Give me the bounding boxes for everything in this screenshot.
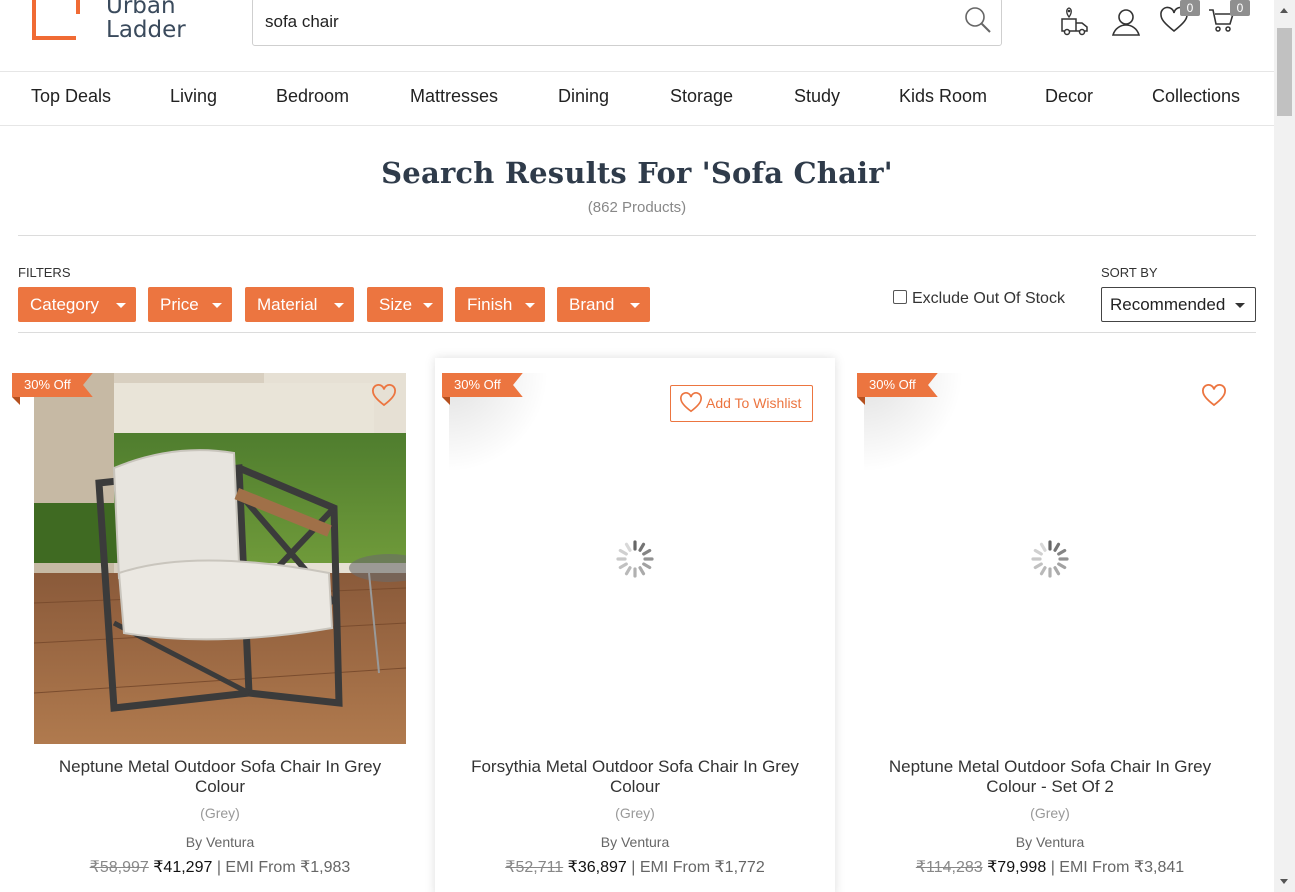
heart-icon	[680, 392, 702, 413]
user-account-icon[interactable]	[1110, 6, 1142, 38]
exclude-out-of-stock-label: Exclude Out Of Stock	[912, 290, 1065, 307]
product-emi: | EMI From ₹1,772	[631, 859, 765, 876]
nav-storage[interactable]: Storage	[670, 86, 733, 107]
product-card[interactable]: 30% Off Add To Wishlist Forsythia Metal …	[435, 358, 835, 892]
page-scrollbar[interactable]	[1274, 0, 1295, 892]
product-brand: By Ventura	[1015, 834, 1085, 850]
ribbon-fold	[857, 397, 865, 405]
discount-ribbon: 30% Off	[442, 373, 523, 397]
caret-down-icon	[525, 303, 535, 308]
filter-finish-button[interactable]: Finish	[455, 287, 545, 322]
filter-material-button[interactable]: Material	[245, 287, 354, 322]
sort-by-value: Recommended	[1110, 295, 1226, 314]
caret-down-icon	[212, 303, 222, 308]
caret-down-icon	[423, 303, 433, 308]
logo-text: Urban Ladder	[106, 0, 186, 42]
filters-label: FILTERS	[18, 265, 71, 280]
delivery-truck-icon[interactable]	[1059, 6, 1091, 38]
nav-bedroom[interactable]: Bedroom	[276, 86, 349, 107]
nav-top-deals[interactable]: Top Deals	[31, 86, 111, 107]
product-sale-price: ₹79,998	[987, 859, 1047, 876]
wishlist-count-badge: 0	[1180, 0, 1200, 16]
sort-by-select[interactable]: Recommended	[1101, 287, 1256, 322]
filter-label: Size	[379, 295, 413, 314]
divider	[18, 235, 1256, 236]
filter-size-button[interactable]: Size	[367, 287, 443, 322]
product-name[interactable]: Forsythia Metal Outdoor Sofa Chair In Gr…	[455, 757, 815, 797]
add-to-wishlist-button[interactable]: Add To Wishlist	[670, 385, 813, 422]
product-sale-price: ₹41,297	[153, 859, 213, 876]
caret-down-icon	[630, 303, 640, 308]
nav-mattresses[interactable]: Mattresses	[410, 86, 498, 107]
product-mrp: ₹58,997	[89, 859, 149, 876]
nav-kids-room[interactable]: Kids Room	[899, 86, 987, 107]
scroll-down-arrow-icon[interactable]	[1280, 879, 1288, 884]
discount-ribbon: 30% Off	[857, 373, 938, 397]
loading-spinner-icon	[616, 539, 654, 578]
heart-icon[interactable]	[1201, 384, 1227, 408]
nav-collections[interactable]: Collections	[1152, 86, 1240, 107]
product-name[interactable]: Neptune Metal Outdoor Sofa Chair In Grey…	[870, 757, 1230, 797]
nav-living[interactable]: Living	[170, 86, 217, 107]
product-brand: By Ventura	[185, 834, 255, 850]
product-mrp: ₹52,711	[505, 859, 564, 876]
product-variant: (Grey)	[1030, 805, 1070, 821]
add-to-wishlist-label: Add To Wishlist	[706, 395, 802, 411]
cart-header[interactable]: 0	[1208, 0, 1250, 38]
product-sale-price: ₹36,897	[567, 859, 627, 876]
page-title: Search Results For 'Sofa Chair'	[381, 156, 893, 190]
product-emi: | EMI From ₹3,841	[1050, 859, 1185, 876]
sort-by-label: SORT BY	[1101, 265, 1158, 280]
filter-label: Finish	[467, 295, 513, 314]
product-mrp: ₹114,283	[915, 859, 983, 876]
scroll-thumb[interactable]	[1277, 28, 1292, 116]
logo-mark	[32, 0, 80, 40]
search-box	[252, 0, 1002, 46]
scroll-up-arrow-icon[interactable]	[1280, 8, 1288, 13]
filter-label: Price	[160, 295, 199, 314]
urban-ladder-logo[interactable]: Urban Ladder	[32, 0, 202, 44]
filter-label: Brand	[569, 295, 615, 314]
filter-category-button[interactable]: Category	[18, 287, 136, 322]
product-name[interactable]: Neptune Metal Outdoor Sofa Chair In Grey…	[40, 757, 400, 797]
filter-label: Material	[257, 295, 318, 314]
nav-study[interactable]: Study	[794, 86, 840, 107]
logo-line-2: Ladder	[106, 17, 186, 43]
product-variant: (Grey)	[615, 805, 655, 821]
nav-decor[interactable]: Decor	[1045, 86, 1093, 107]
caret-down-icon	[116, 303, 126, 308]
product-emi: | EMI From ₹1,983	[216, 859, 351, 876]
loading-spinner-icon	[1031, 539, 1069, 578]
product-price: ₹58,997 ₹41,297 | EMI From ₹1,983	[20, 857, 420, 877]
filter-price-button[interactable]: Price	[148, 287, 232, 322]
product-price: ₹52,711 ₹36,897 | EMI From ₹1,772	[435, 857, 835, 877]
search-input[interactable]	[265, 7, 945, 37]
ribbon-fold	[12, 397, 20, 405]
product-brand: By Ventura	[600, 834, 670, 850]
divider	[18, 332, 1256, 333]
exclude-out-of-stock[interactable]: Exclude Out Of Stock	[893, 290, 1065, 308]
category-nav: Top Deals Living Bedroom Mattresses Dini…	[0, 72, 1274, 126]
filter-brand-button[interactable]: Brand	[557, 287, 650, 322]
exclude-out-of-stock-checkbox[interactable]	[893, 290, 907, 304]
site-header: Urban Ladder 0 0	[0, 0, 1274, 72]
caret-down-icon	[1235, 303, 1245, 308]
discount-ribbon: 30% Off	[12, 373, 93, 397]
product-image[interactable]	[34, 373, 406, 744]
search-icon[interactable]	[963, 5, 993, 35]
ribbon-fold	[442, 397, 450, 405]
sofa-chair-photo	[34, 373, 406, 744]
nav-dining[interactable]: Dining	[558, 86, 609, 107]
heart-icon[interactable]	[371, 384, 397, 408]
filter-label: Category	[30, 295, 99, 314]
wishlist-header[interactable]: 0	[1159, 0, 1200, 38]
logo-line-1: Urban	[106, 0, 176, 19]
caret-down-icon	[334, 303, 344, 308]
product-card[interactable]: 30% Off Neptune Metal Outdoor Sofa Chair…	[850, 358, 1250, 892]
cart-count-badge: 0	[1230, 0, 1250, 16]
product-variant: (Grey)	[200, 805, 240, 821]
product-price: ₹114,283 ₹79,998 | EMI From ₹3,841	[850, 857, 1250, 877]
product-card[interactable]: 30% Off Neptune Metal Outdoor Sofa Chair…	[12, 358, 420, 892]
product-count: (862 Products)	[587, 199, 687, 216]
